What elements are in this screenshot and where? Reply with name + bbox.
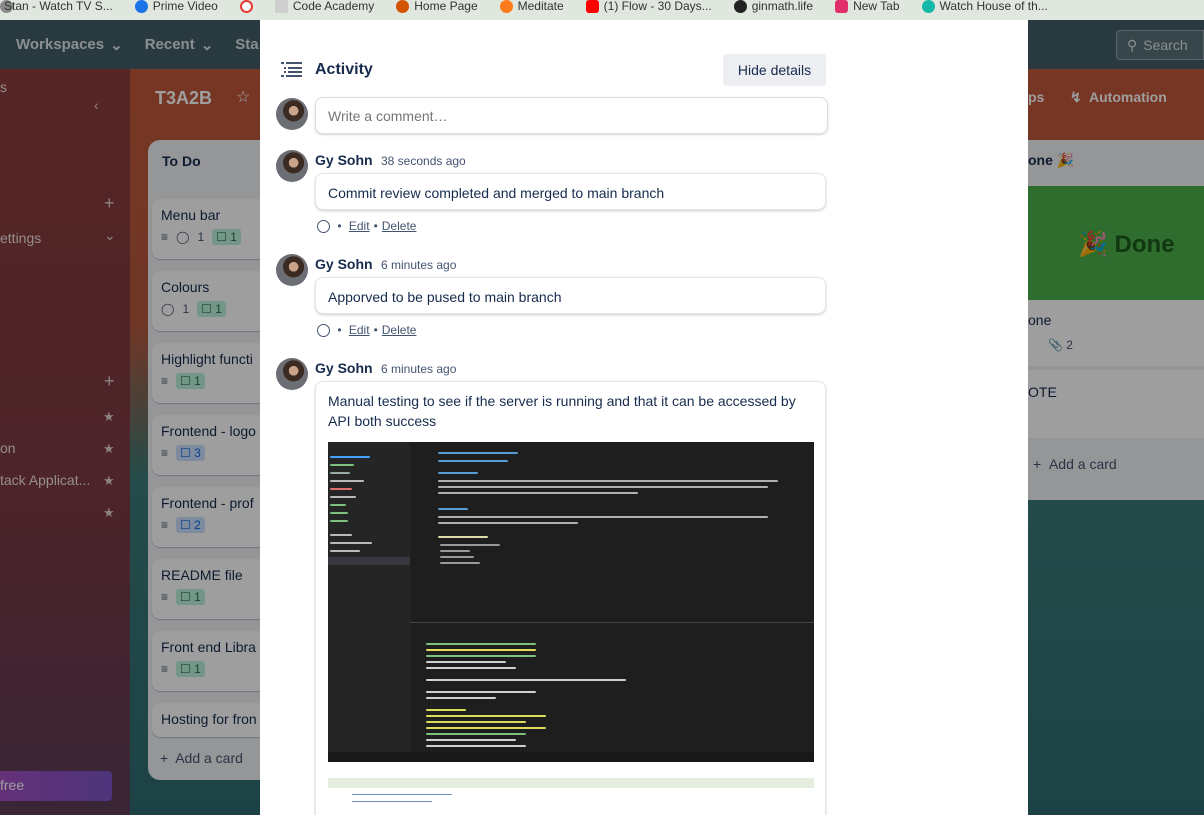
avatar[interactable] (276, 98, 308, 130)
red-circle-icon (239, 0, 253, 13)
comment-author[interactable]: Gy Sohn (315, 152, 373, 168)
watch-icon (921, 0, 935, 13)
edit-comment-link[interactable]: Edit (349, 323, 370, 337)
screenshot-file-explorer (328, 442, 410, 762)
bookmark-meditate[interactable]: Meditate (499, 0, 564, 13)
ginmath-icon (733, 0, 747, 13)
hide-details-button[interactable]: Hide details (723, 54, 826, 86)
bookmark-watch-house[interactable]: Watch House of th... (921, 0, 1048, 13)
bookmark-flow[interactable]: (1) Flow - 30 Days... (585, 0, 712, 13)
bookmark-code-academy[interactable]: Code Academy (274, 0, 374, 13)
comment-actions: • Edit • Delete (317, 219, 416, 233)
comment-text: Manual testing to see if the server is r… (328, 393, 796, 429)
comment-author[interactable]: Gy Sohn (315, 256, 373, 272)
bookmark-prime-video[interactable]: Prime Video (134, 0, 218, 13)
comment-timestamp[interactable]: 6 minutes ago (381, 362, 456, 376)
screenshot-terminal (410, 622, 814, 752)
comment-actions: • Edit • Delete (317, 323, 416, 337)
activity-icon (281, 62, 302, 77)
comment-input[interactable] (315, 97, 828, 134)
meditate-icon (499, 0, 513, 13)
delete-comment-link[interactable]: Delete (382, 219, 417, 233)
edit-comment-link[interactable]: Edit (349, 219, 370, 233)
instagram-icon (835, 0, 849, 13)
activity-title: Activity (315, 61, 373, 78)
screenshot-editor (410, 442, 814, 617)
bookmark-stan[interactable]: Stan - Watch TV S... (0, 0, 113, 13)
bookmarks-bar: Stan - Watch TV S... Prime Video Code Ac… (0, 0, 1204, 20)
comment-timestamp[interactable]: 38 seconds ago (381, 154, 466, 168)
attached-screenshot[interactable] (328, 442, 814, 762)
comment-timestamp[interactable]: 6 minutes ago (381, 258, 456, 272)
delete-comment-link[interactable]: Delete (382, 323, 417, 337)
screenshot-status-bar (328, 752, 814, 762)
bookmark-new-tab[interactable]: New Tab (835, 0, 900, 13)
prime-video-icon (134, 0, 148, 13)
code-academy-icon (274, 0, 288, 13)
comment-text: Commit review completed and merged to ma… (315, 173, 826, 210)
avatar[interactable] (276, 254, 308, 286)
bookmark-ginmath[interactable]: ginmath.life (733, 0, 813, 13)
comment-text: Apporved to be pused to main branch (315, 277, 826, 314)
comment-author[interactable]: Gy Sohn (315, 360, 373, 376)
youtube-icon (585, 0, 599, 13)
bookmark-home-page[interactable]: Home Page (396, 0, 478, 13)
avatar[interactable] (276, 150, 308, 182)
add-reaction-icon[interactable] (317, 219, 330, 233)
add-reaction-icon[interactable] (317, 323, 330, 337)
home-page-icon (396, 0, 410, 13)
attached-screenshot[interactable] (328, 778, 814, 815)
avatar[interactable] (276, 358, 308, 390)
bookmark-red-circle[interactable] (239, 0, 253, 13)
